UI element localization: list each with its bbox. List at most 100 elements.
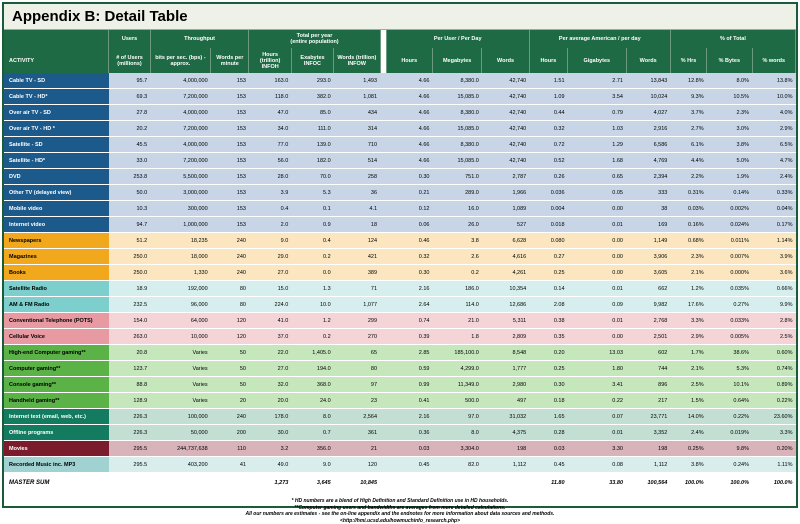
column-header: Hours (386, 48, 432, 73)
page-title: Appendix B: Detail Table (4, 4, 796, 30)
table-cell: 0.7 (291, 425, 333, 441)
table-cell: 0.31% (670, 185, 706, 201)
table-cell: 1.03 (568, 121, 626, 137)
table-cell: 1,330 (150, 265, 210, 281)
table-cell: 0.68% (670, 233, 706, 249)
table-cell: 2,787 (482, 169, 529, 185)
table-cell: 3,906 (626, 249, 670, 265)
table-row: DVD253.85,500,00015328.070.02580.30751.0… (4, 169, 796, 185)
table-cell: 7,200,000 (150, 153, 210, 169)
table-cell: 4,375 (482, 425, 529, 441)
table-cell: 27.8 (109, 105, 150, 121)
table-cell: 0.28 (529, 425, 567, 441)
row-activity-label: Computer gaming** (4, 361, 109, 377)
table-cell: 0.22% (752, 393, 796, 409)
table-cell: 0.38 (529, 313, 567, 329)
table-cell: 3,304.0 (432, 441, 481, 457)
table-cell: 36 (334, 185, 380, 201)
table-cell: 389 (334, 265, 380, 281)
table-row: Computer gaming**123.7Varies5027.0194.08… (4, 361, 796, 377)
table-row: Magazines250.018,00024029.00.24210.322.6… (4, 249, 796, 265)
table-cell: 15,085.0 (432, 153, 481, 169)
table-cell: 0.65 (568, 169, 626, 185)
table-cell: 15,085.0 (432, 121, 481, 137)
table-cell: 2,768 (626, 313, 670, 329)
table-cell: 240 (211, 249, 249, 265)
table-cell: 240 (211, 265, 249, 281)
table-cell: 3,000,000 (150, 185, 210, 201)
table-cell: 2.16 (386, 281, 432, 297)
table-cell: 5.0% (707, 153, 752, 169)
table-cell: 662 (626, 281, 670, 297)
table-cell: 0.011% (707, 233, 752, 249)
table-cell: 3.2 (249, 441, 291, 457)
table-cell: 2,564 (334, 409, 380, 425)
table-cell: 4.66 (386, 153, 432, 169)
table-cell: 182.0 (291, 153, 333, 169)
table-cell: 1,000,000 (150, 217, 210, 233)
table-cell: 250.0 (109, 249, 150, 265)
table-cell: 0.00 (568, 201, 626, 217)
table-cell: 9.0 (249, 233, 291, 249)
table-row: Internet text (email, web, etc.)226.3100… (4, 409, 796, 425)
table-cell: 4.4% (670, 153, 706, 169)
table-cell: 41 (211, 457, 249, 473)
table-cell: 80 (211, 297, 249, 313)
table-cell: 82.0 (432, 457, 481, 473)
table-cell: 0.00 (568, 249, 626, 265)
table-cell: 3.8% (670, 457, 706, 473)
table-cell: 50 (211, 345, 249, 361)
table-row: Over air TV - HD *20.27,200,00015334.011… (4, 121, 796, 137)
table-cell: 45.5 (109, 137, 150, 153)
table-cell: 1,081 (334, 89, 380, 105)
table-cell: 1.8 (432, 329, 481, 345)
table-cell: 18 (334, 217, 380, 233)
row-activity-label: Over air TV - SD (4, 105, 109, 121)
table-cell: 23 (334, 393, 380, 409)
table-cell: 0.59 (386, 361, 432, 377)
table-cell: 2.85 (386, 345, 432, 361)
table-cell: 0.25 (529, 361, 567, 377)
table-cell: 1.7% (670, 345, 706, 361)
table-row: Mobile video10.3300,0001530.40.14.10.121… (4, 201, 796, 217)
table-row: Offline programs226.350,00020030.00.7361… (4, 425, 796, 441)
column-header: Words (trillion) INFOW (334, 48, 380, 73)
table-cell: 4.7% (752, 153, 796, 169)
table-cell: 9.8% (707, 441, 752, 457)
table-cell: 8,380.0 (432, 105, 481, 121)
table-cell: 1,112 (482, 457, 529, 473)
table-cell: 1.3 (291, 281, 333, 297)
master-sum-cell: 3,645 (291, 473, 333, 494)
table-cell: 1.11% (752, 457, 796, 473)
table-cell: 3.9% (752, 249, 796, 265)
table-cell: 0.32 (386, 249, 432, 265)
table-cell: 7,200,000 (150, 89, 210, 105)
table-cell: 6,586 (626, 137, 670, 153)
table-cell: 4,027 (626, 105, 670, 121)
table-cell: 9,982 (626, 297, 670, 313)
table-cell: 20.2 (109, 121, 150, 137)
table-row: Satellite - HD*33.07,200,00015356.0182.0… (4, 153, 796, 169)
table-row: Satellite Radio18.9192,0008015.01.3712.1… (4, 281, 796, 297)
column-header-activity: ACTIVITY (4, 48, 109, 73)
table-cell: 0.04% (752, 201, 796, 217)
table-cell: 15.0 (249, 281, 291, 297)
table-cell: 240 (211, 409, 249, 425)
table-cell: 0.1 (291, 201, 333, 217)
table-cell: 51.2 (109, 233, 150, 249)
table-cell: 0.21 (386, 185, 432, 201)
table-cell: 2.0 (249, 217, 291, 233)
table-cell: 224.0 (249, 297, 291, 313)
row-activity-label: Offline programs (4, 425, 109, 441)
row-activity-label: Cellular Voice (4, 329, 109, 345)
table-cell: 0.036 (529, 185, 567, 201)
table-cell: 2.64 (386, 297, 432, 313)
table-cell: 1.80 (568, 361, 626, 377)
sum-blank (432, 473, 481, 494)
header-users: Users (109, 30, 150, 48)
table-cell: 1,966 (482, 185, 529, 201)
column-header: Words (482, 48, 529, 73)
table-row: Handheld gaming**128.9Varies2020.024.023… (4, 393, 796, 409)
table-cell: 2.4% (670, 425, 706, 441)
table-cell: 0.22% (707, 409, 752, 425)
